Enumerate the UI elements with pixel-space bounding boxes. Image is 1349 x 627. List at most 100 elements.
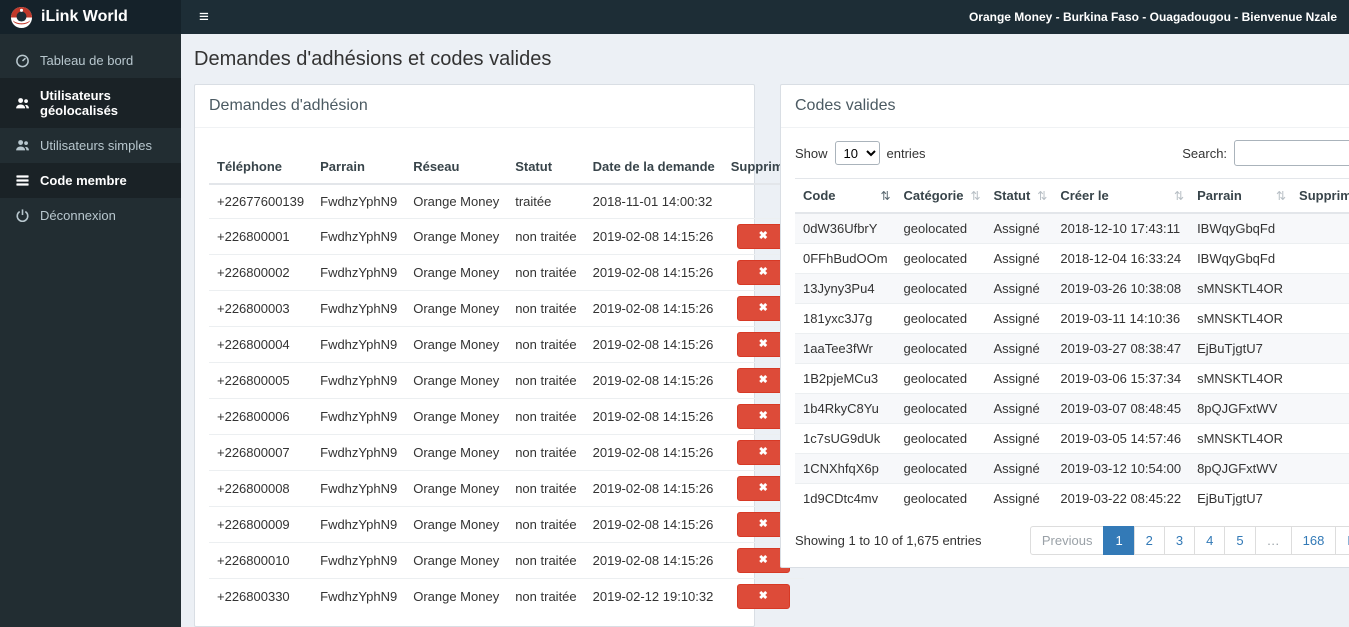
column-header-parrain[interactable]: Parrain ⇅ (1189, 178, 1292, 214)
hamburger-icon[interactable]: ≡ (181, 0, 227, 34)
categorie-cell: geolocated (895, 273, 986, 304)
date-cell: 2019-03-12 10:54:00 (1052, 453, 1190, 484)
date-cell: 2019-03-07 08:48:45 (1052, 393, 1190, 424)
date-cell: 2019-02-08 14:15:26 (584, 218, 723, 255)
parrain-cell: FwdhzYphN9 (312, 218, 406, 255)
phone-cell: +226800004 (209, 326, 313, 363)
sort-icon: ⇅ (880, 188, 891, 203)
supprimer-cell (1291, 273, 1349, 304)
table-row: 1aaTee3fWr geolocated Assigné 2019-03-27… (795, 333, 1349, 364)
code-cell: 1b4RkyC8Yu (795, 393, 896, 424)
table-row: 1B2pjeMCu3 geolocated Assigné 2019-03-06… (795, 363, 1349, 394)
show-label: Show (795, 145, 828, 161)
code-cell: 1c7sUG9dUk (795, 423, 896, 454)
page-size-select[interactable]: 10 (834, 141, 880, 165)
column-header-supprimer[interactable]: Supprimer⇅ (1291, 178, 1349, 214)
user-info-text: Orange Money - Burkina Faso - Ouagadougo… (968, 10, 1337, 24)
categorie-cell: geolocated (895, 363, 986, 394)
brand[interactable]: iLink World (0, 0, 181, 34)
pagination-page-1[interactable]: 1 (1103, 526, 1135, 555)
date-cell: 2019-02-08 14:15:26 (584, 254, 723, 291)
table-row: 1d9CDtc4mv geolocated Assigné 2019-03-22… (795, 483, 1349, 513)
table-row: +226800006 FwdhzYphN9 Orange Money non t… (209, 398, 804, 435)
categorie-cell: geolocated (895, 333, 986, 364)
statut-cell: non traitée (507, 218, 585, 255)
pagination-page-2[interactable]: 2 (1133, 526, 1165, 555)
pagination-ellipsis: … (1254, 526, 1292, 555)
x-icon: ✖ (758, 338, 768, 350)
statut-cell: traitée (515, 194, 552, 209)
sidebar-item-label: Utilisateurs simples (40, 138, 152, 153)
date-cell: 2019-02-08 14:15:26 (584, 434, 723, 471)
table-row: 1CNXhfqX6p geolocated Assigné 2019-03-12… (795, 453, 1349, 484)
search-input[interactable] (1234, 140, 1349, 166)
sidebar-item-utilisateurs-simples[interactable]: Utilisateurs simples (0, 128, 181, 163)
table-row: +226800001 FwdhzYphN9 Orange Money non t… (209, 218, 804, 255)
date-cell: 2019-02-08 14:15:26 (584, 506, 723, 543)
pagination-page-168[interactable]: 168 (1290, 526, 1337, 555)
phone-cell: +226800002 (209, 254, 313, 291)
reseau-cell: Orange Money (405, 470, 508, 507)
table-row: 1c7sUG9dUk geolocated Assigné 2019-03-05… (795, 423, 1349, 454)
date-cell: 2019-03-27 08:38:47 (1052, 333, 1190, 364)
supprimer-cell (1291, 483, 1349, 513)
table-row: +22677600139 FwdhzYphN9 Orange Money tra… (209, 184, 804, 219)
pagination-page-5[interactable]: 5 (1224, 526, 1256, 555)
parrain-cell: EjBuTjgtU7 (1189, 483, 1292, 513)
date-cell: 2019-02-08 14:15:26 (584, 326, 723, 363)
pagination-next[interactable]: Next (1335, 526, 1349, 555)
pagination-page-4[interactable]: 4 (1194, 526, 1226, 555)
statut-cell: Assigné (993, 221, 1040, 236)
brand-name: iLink World (41, 8, 128, 25)
codes-panel: Codes valides Show 10 entries Search: Co… (780, 84, 1349, 568)
sidebar-item-utilisateurs-geolocalises[interactable]: Utilisateurs géolocalisés (0, 78, 181, 128)
phone-cell: +226800003 (209, 290, 313, 327)
pagination-page-3[interactable]: 3 (1163, 526, 1196, 555)
phone-cell: +226800010 (209, 542, 313, 579)
table-row: +226800008 FwdhzYphN9 Orange Money non t… (209, 470, 804, 507)
delete-button[interactable]: ✖ (736, 584, 790, 609)
x-icon: ✖ (758, 374, 768, 386)
phone-cell: +226800005 (209, 362, 313, 399)
statut-cell: Assigné (985, 303, 1053, 334)
phone-cell: +226800001 (209, 218, 313, 255)
page-title: Demandes d'adhésions et codes valides (194, 48, 552, 70)
code-cell: 1B2pjeMCu3 (795, 363, 896, 394)
sort-icon: ⇅ (1037, 188, 1048, 203)
date-cell: 2019-02-08 14:15:26 (584, 362, 723, 399)
supprimer-cell: ✖ (722, 578, 804, 614)
pagination-previous: Previous (1029, 526, 1105, 555)
statut-cell: Assigné (985, 423, 1053, 454)
column-header-creer-le[interactable]: Créer le ⇅ (1052, 178, 1190, 214)
table-row: 0dW36UfbrY geolocated Assigné 2018-12-10… (795, 213, 1349, 244)
statut-cell: non traitée (507, 326, 585, 363)
reseau-cell: Orange Money (405, 290, 508, 327)
parrain-cell: sMNSKTL4OR (1189, 363, 1292, 394)
statut-cell: non traitée (507, 470, 585, 507)
date-cell: 2018-12-04 16:33:24 (1052, 243, 1190, 274)
reseau-cell: Orange Money (405, 542, 508, 579)
sidebar-item-code-membre[interactable]: Code membre (0, 163, 181, 198)
parrain-cell: FwdhzYphN9 (312, 470, 406, 507)
reseau-cell: Orange Money (405, 398, 508, 435)
column-header-categorie[interactable]: Catégorie ⇅ (895, 178, 986, 214)
sidebar-item-tableau-de-bord[interactable]: Tableau de bord (0, 43, 181, 78)
code-cell: 1CNXhfqX6p (795, 453, 896, 484)
statut-cell: Assigné (985, 363, 1053, 394)
column-header-statut[interactable]: Statut ⇅ (985, 178, 1053, 214)
column-header-date: Date de la demande (584, 150, 723, 185)
parrain-cell: 8pQJGFxtWV (1189, 453, 1292, 484)
x-icon: ✖ (758, 302, 768, 314)
code-cell: 0FFhBudOOm (795, 243, 896, 274)
x-icon: ✖ (758, 410, 768, 422)
power-icon (15, 208, 30, 223)
categorie-cell: geolocated (895, 423, 986, 454)
column-header-code[interactable]: Code ⇅ (795, 178, 896, 214)
sidebar-item-deconnexion[interactable]: Déconnexion (0, 198, 181, 233)
statut-cell: non traitée (507, 506, 585, 543)
statut-cell: non traitée (507, 578, 585, 614)
table-row: +226800003 FwdhzYphN9 Orange Money non t… (209, 290, 804, 327)
code-cell: 0dW36UfbrY (803, 221, 878, 236)
column-header-reseau: Réseau (405, 150, 508, 185)
codes-table: Code ⇅ Catégorie ⇅ Statut ⇅ Créer le ⇅ Parra… (795, 178, 1349, 513)
